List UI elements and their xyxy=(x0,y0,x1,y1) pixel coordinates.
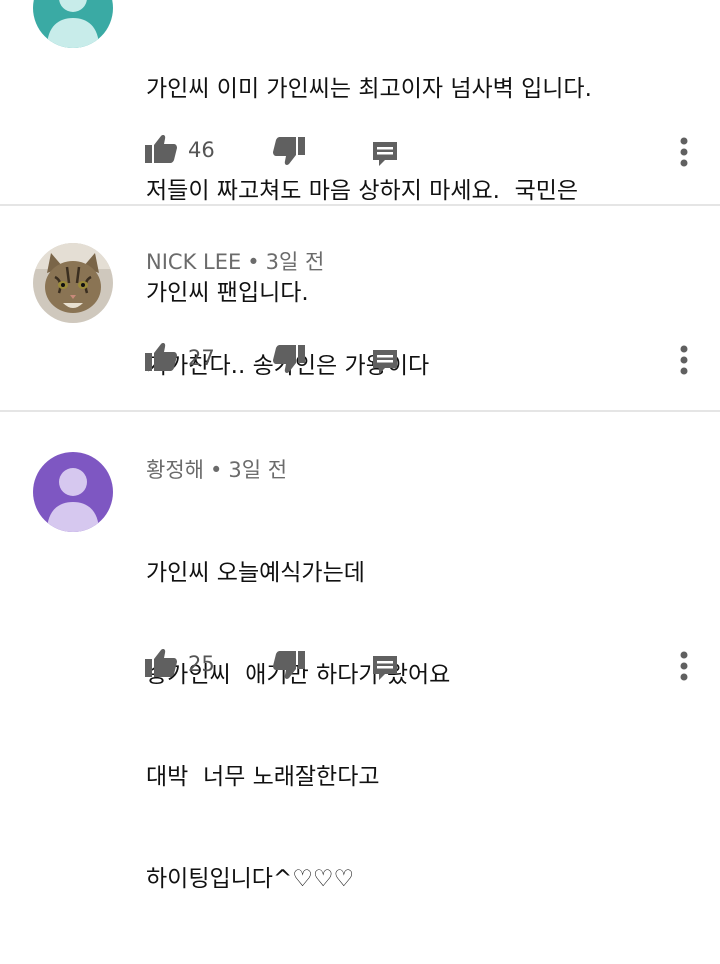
comment-line: 가인씨 오늘예식가는데 xyxy=(146,560,365,586)
like-button[interactable] xyxy=(144,134,178,168)
cat-avatar-icon xyxy=(33,243,113,323)
avatar[interactable] xyxy=(33,452,113,532)
dislike-button[interactable] xyxy=(272,136,306,170)
reply-comment-icon xyxy=(373,656,397,680)
comment-line: 하이팅입니다^♡♡♡ xyxy=(146,866,355,892)
thumb-down-icon xyxy=(273,345,305,373)
like-button[interactable] xyxy=(144,342,178,376)
like-button[interactable] xyxy=(144,648,178,682)
comment-text: 가인씨 오늘예식가는데 송가인씨 애기만 하다가 왔어요 대박 너무 노래잘한다… xyxy=(146,488,450,964)
author-name[interactable]: 황정해 xyxy=(146,458,204,482)
comment-actions: 46 xyxy=(0,134,720,174)
avatar[interactable] xyxy=(33,243,113,323)
comment-line: 저들이 짜고쳐도 마음 상하지 마세요. 국민은 xyxy=(146,178,579,204)
comment-2: NICK LEE•3일 전 기가찬다.. 송가인은 가왕이다 27 xyxy=(0,206,720,411)
comment-actions: 27 xyxy=(0,342,720,382)
comment-line: 가인씨 이미 가인씨는 최고이자 넘사벽 입니다. xyxy=(146,76,592,102)
comment-header: NICK LEE • 3일 전 xyxy=(146,246,324,276)
more-options-button[interactable] xyxy=(672,342,696,382)
more-vert-icon xyxy=(680,137,688,167)
thumb-down-icon xyxy=(273,651,305,679)
like-count: 25 xyxy=(188,652,215,676)
author-name[interactable]: NICK LEE xyxy=(146,250,241,274)
reply-button[interactable] xyxy=(371,140,399,172)
reply-comment-icon xyxy=(373,142,397,166)
more-vert-icon xyxy=(680,345,688,375)
reply-comment-icon xyxy=(373,350,397,374)
like-count: 46 xyxy=(188,138,215,162)
separator-dot: • xyxy=(247,250,260,274)
reply-button[interactable] xyxy=(371,348,399,380)
reply-button[interactable] xyxy=(371,654,399,686)
comment-3: 황정해 • 3일 전 가인씨 오늘예식가는데 송가인씨 애기만 하다가 왔어요 대박… xyxy=(0,412,720,892)
thumb-up-icon xyxy=(145,343,177,371)
more-vert-icon xyxy=(680,651,688,681)
comment-line: 대박 너무 노래잘한다고 xyxy=(146,764,380,790)
thumb-up-icon xyxy=(145,649,177,677)
default-avatar-icon xyxy=(33,452,113,532)
dislike-button[interactable] xyxy=(272,650,306,684)
comment-time: 3일 전 xyxy=(228,458,288,482)
avatar[interactable] xyxy=(33,0,113,48)
dislike-button[interactable] xyxy=(272,344,306,378)
comment-1: 가인씨 이미 가인씨는 최고이자 넘사벽 입니다. 저들이 짜고쳐도 마음 상하… xyxy=(0,0,720,306)
separator-dot: • xyxy=(209,458,223,482)
comment-header: 황정해 • 3일 전 xyxy=(146,454,287,484)
thumb-up-icon xyxy=(145,135,177,163)
default-avatar-icon xyxy=(33,0,113,48)
more-options-button[interactable] xyxy=(672,134,696,174)
thumb-down-icon xyxy=(273,137,305,165)
like-count: 27 xyxy=(188,346,215,370)
comment-time: 3일 전 xyxy=(265,250,325,274)
more-options-button[interactable] xyxy=(672,648,696,688)
comment-actions: 25 xyxy=(0,648,720,688)
